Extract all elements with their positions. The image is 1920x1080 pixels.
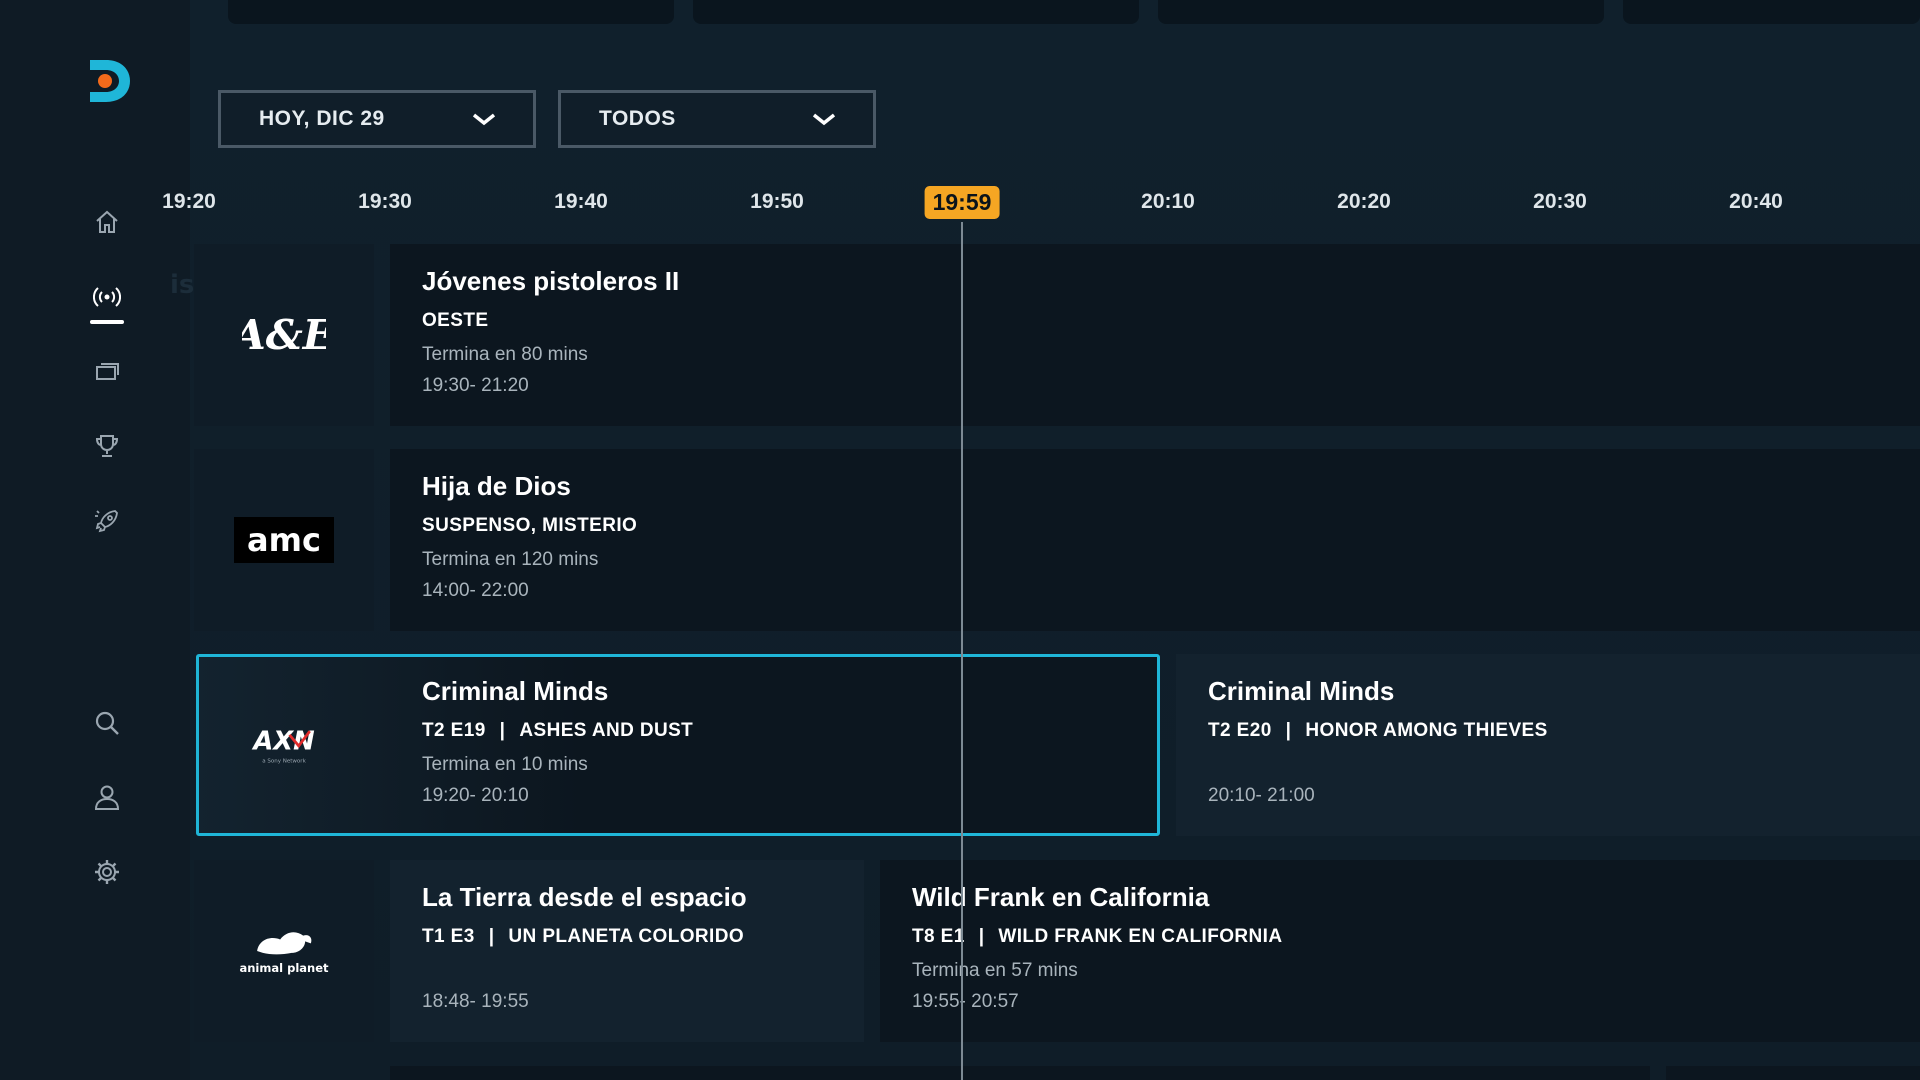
program-episode: T8 E1 | WILD FRANK EN CALIFORNIA	[912, 926, 1920, 948]
top-card-2[interactable]	[693, 0, 1139, 24]
time-tick: 19:40	[554, 190, 608, 213]
episode-number: T2 E19	[422, 720, 486, 741]
program-cell[interactable]: Wild Frank en California T8 E1 | WILD FRAN…	[880, 860, 1920, 1042]
program-time: 19:20- 20:10	[422, 785, 529, 806]
program-time: 19:30- 21:20	[422, 375, 529, 396]
program-title: Jóvenes pistoleros II	[422, 266, 680, 296]
app-logo-icon[interactable]	[86, 56, 132, 106]
user-icon[interactable]	[90, 780, 124, 814]
current-time-line	[961, 222, 963, 1080]
trophy-icon[interactable]	[90, 429, 124, 463]
chevron-down-icon	[472, 113, 496, 126]
time-tick: 19:50	[750, 190, 804, 213]
time-tick: 20:40	[1729, 190, 1783, 213]
gear-icon[interactable]	[90, 855, 124, 889]
time-tick: 20:10	[1141, 190, 1195, 213]
rocket-icon[interactable]	[90, 504, 124, 538]
episode-number: T2 E20	[1208, 720, 1272, 741]
episode-separator: |	[1285, 720, 1292, 741]
svg-text:amc: amc	[247, 521, 321, 559]
episode-title: UN PLANETA COLORIDO	[508, 926, 745, 947]
channel-logo-axn[interactable]: AXN a Sony Network	[194, 654, 374, 836]
search-icon[interactable]	[90, 706, 124, 740]
svg-text:AXN: AXN	[251, 727, 315, 757]
program-remaining: Termina en 10 mins	[422, 754, 588, 775]
program-remaining: Termina en 57 mins	[912, 960, 1078, 981]
ae-logo-icon: A&E	[242, 311, 326, 359]
top-card-4[interactable]	[1623, 0, 1920, 24]
top-card-1[interactable]	[228, 0, 674, 24]
episode-number: T1 E3	[422, 926, 475, 947]
episode-title: WILD FRANK EN CALIFORNIA	[998, 926, 1283, 947]
program-episode: T2 E20 | HONOR AMONG THIEVES	[1208, 720, 1920, 742]
episode-separator: |	[488, 926, 495, 947]
date-dropdown[interactable]: HOY, DIC 29	[218, 90, 536, 148]
active-nav-indicator	[90, 320, 124, 324]
svg-text:A&E: A&E	[242, 311, 326, 359]
program-cell[interactable]: Jóvenes pistoleros II OESTE Termina en 8…	[390, 244, 1920, 426]
amc-logo-icon: amc	[234, 517, 334, 563]
tv-guide-page: HOY, DIC 29 TODOS 19:20 19:30 19:40 19:5…	[0, 0, 1920, 1080]
time-tick: 20:20	[1337, 190, 1391, 213]
program-title: La Tierra desde el espacio	[422, 882, 747, 912]
program-cell[interactable]: La Tierra desde el espacio T1 E3 | UN PLAN…	[390, 860, 864, 1042]
episode-separator: |	[978, 926, 985, 947]
episode-title: ASHES AND DUST	[519, 720, 694, 741]
program-cell[interactable]: Hija de Dios SUSPENSO, MISTERIO Termina …	[390, 449, 1920, 631]
animal-planet-logo-icon: animal planet	[239, 932, 329, 975]
sidebar	[0, 0, 190, 1080]
program-title: Wild Frank en California	[912, 882, 1210, 912]
program-genre: SUSPENSO, MISTERIO	[422, 515, 638, 536]
program-time: 18:48- 19:55	[422, 991, 529, 1012]
current-time-badge: 19:59	[924, 186, 1000, 219]
category-dropdown[interactable]: TODOS	[558, 90, 876, 148]
svg-text:animal planet: animal planet	[239, 961, 329, 975]
axn-logo-icon: AXN a Sony Network	[251, 727, 315, 765]
program-episode: T1 E3 | UN PLANETA COLORIDO	[422, 926, 864, 948]
time-tick: 19:20	[162, 190, 216, 213]
home-icon[interactable]	[90, 205, 124, 239]
time-tick: 20:30	[1533, 190, 1587, 213]
category-dropdown-label: TODOS	[599, 107, 676, 130]
episode-number: T8 E1	[912, 926, 965, 947]
tv-series-icon[interactable]	[90, 354, 124, 388]
live-broadcast-icon[interactable]	[90, 280, 124, 314]
program-episode: T2 E19 | ASHES AND DUST	[422, 720, 1160, 742]
program-time: 14:00- 22:00	[422, 580, 529, 601]
chevron-down-icon	[812, 113, 836, 126]
program-cell-focused[interactable]: Criminal Minds T2 E19 | ASHES AND DUST Ter…	[390, 654, 1160, 836]
program-title: Criminal Minds	[422, 676, 609, 706]
channel-logo-animal-planet[interactable]: animal planet	[194, 860, 374, 1042]
episode-separator: |	[499, 720, 506, 741]
program-genre: OESTE	[422, 310, 489, 331]
time-tick: 19:30	[358, 190, 412, 213]
program-time: 20:10- 21:00	[1208, 785, 1315, 806]
program-title: Hija de Dios	[422, 471, 571, 501]
program-time: 19:55- 20:57	[912, 991, 1019, 1012]
next-row-card[interactable]	[1666, 1066, 1920, 1080]
program-title: Criminal Minds	[1208, 676, 1395, 706]
program-remaining: Termina en 120 mins	[422, 549, 599, 570]
top-card-3[interactable]	[1158, 0, 1604, 24]
program-remaining: Termina en 80 mins	[422, 344, 588, 365]
channel-logo-amc[interactable]: amc	[194, 449, 374, 631]
program-cell[interactable]: Criminal Minds T2 E20 | HONOR AMONG THIEVE…	[1176, 654, 1920, 836]
next-row-card[interactable]	[390, 1066, 1650, 1080]
date-dropdown-label: HOY, DIC 29	[259, 107, 385, 130]
episode-title: HONOR AMONG THIEVES	[1305, 720, 1548, 741]
channel-logo-ae[interactable]: A&E	[194, 244, 374, 426]
axn-logo-sub: a Sony Network	[262, 758, 306, 764]
